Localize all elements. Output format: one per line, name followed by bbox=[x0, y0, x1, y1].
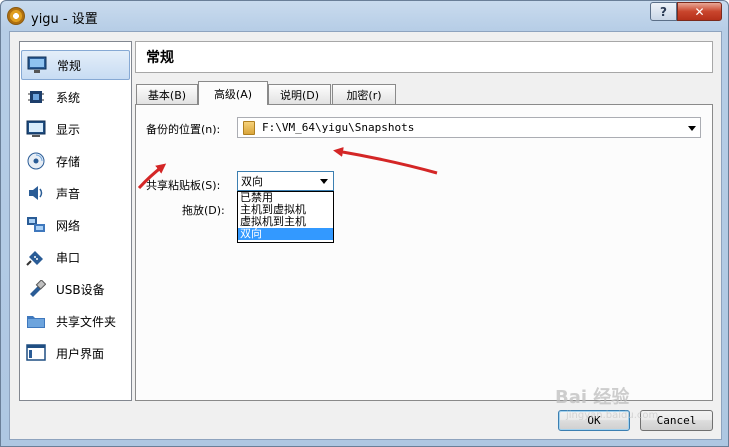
title-buttons: ? ✕ bbox=[650, 2, 722, 21]
settings-window: yigu - 设置 ? ✕ 常规 系统 显示 存储 声音 网络 串口 USB设备… bbox=[0, 0, 729, 447]
drag-drop-label: 拖放(D): bbox=[182, 204, 225, 217]
baidu-watermark: Bai 经验 bbox=[555, 387, 630, 408]
shared-clipboard-value: 双向 bbox=[241, 175, 263, 188]
chevron-down-icon bbox=[688, 126, 696, 131]
sidebar-item-label: 系统 bbox=[56, 90, 81, 105]
baidu-watermark-url: jingyan.baidu.com bbox=[566, 410, 659, 421]
close-button[interactable]: ✕ bbox=[677, 2, 722, 21]
sidebar-item-label: 用户界面 bbox=[56, 346, 105, 361]
network-icon bbox=[25, 214, 47, 236]
sidebar-item-general[interactable]: 常规 bbox=[21, 50, 130, 80]
window-icon bbox=[25, 342, 47, 364]
snapshot-folder-select[interactable]: F:\VM_64\yigu\Snapshots bbox=[237, 117, 701, 138]
sidebar-item-audio[interactable]: 声音 bbox=[21, 178, 130, 208]
help-button[interactable]: ? bbox=[650, 2, 677, 21]
dropdown-option-bidirectional[interactable]: 双向 bbox=[238, 228, 333, 240]
shared-clipboard-select[interactable]: 双向 bbox=[237, 171, 334, 191]
page-title: 常规 bbox=[135, 41, 713, 73]
display-icon bbox=[25, 118, 47, 140]
folder-icon bbox=[25, 310, 47, 332]
sidebar-item-display[interactable]: 显示 bbox=[21, 114, 130, 144]
sidebar-item-user-interface[interactable]: 用户界面 bbox=[21, 338, 130, 368]
sidebar-item-label: 串口 bbox=[56, 250, 81, 265]
sidebar-item-label: 网络 bbox=[56, 218, 81, 233]
snapshot-folder-path: F:\VM_64\yigu\Snapshots bbox=[262, 121, 415, 134]
sidebar-item-usb[interactable]: USB设备 bbox=[21, 274, 130, 304]
usb-icon bbox=[25, 278, 47, 300]
serial-port-icon bbox=[25, 246, 47, 268]
snapshot-folder-label: 备份的位置(n): bbox=[146, 123, 221, 136]
sidebar-item-label: 常规 bbox=[57, 58, 82, 73]
chip-icon bbox=[25, 86, 47, 108]
title-bar[interactable]: yigu - 设置 ? ✕ bbox=[1, 1, 728, 31]
tab-description[interactable]: 说明(D) bbox=[268, 84, 331, 104]
settings-sidebar: 常规 系统 显示 存储 声音 网络 串口 USB设备 共享文件夹 用户界面 bbox=[19, 41, 132, 401]
sidebar-item-label: 声音 bbox=[56, 186, 81, 201]
speaker-icon bbox=[25, 182, 47, 204]
dialog-client-area: 常规 系统 显示 存储 声音 网络 串口 USB设备 共享文件夹 用户界面 常规… bbox=[9, 31, 722, 440]
tab-basic[interactable]: 基本(B) bbox=[136, 84, 198, 104]
tab-encryption[interactable]: 加密(r) bbox=[332, 84, 396, 104]
tab-advanced[interactable]: 高级(A) bbox=[198, 81, 268, 105]
shared-clipboard-dropdown: 已禁用 主机到虚拟机 虚拟机到主机 双向 bbox=[237, 191, 334, 243]
sidebar-item-system[interactable]: 系统 bbox=[21, 82, 130, 112]
folder-icon bbox=[243, 120, 255, 135]
window-title: yigu - 设置 bbox=[31, 12, 98, 27]
monitor-icon bbox=[26, 54, 48, 76]
disk-icon bbox=[25, 150, 47, 172]
sidebar-item-storage[interactable]: 存储 bbox=[21, 146, 130, 176]
sidebar-item-label: 存储 bbox=[56, 154, 81, 169]
virtualbox-app-icon bbox=[7, 7, 25, 25]
sidebar-item-label: USB设备 bbox=[56, 282, 105, 297]
sidebar-item-label: 共享文件夹 bbox=[56, 314, 117, 329]
chevron-down-icon bbox=[320, 179, 328, 184]
sidebar-item-serial-ports[interactable]: 串口 bbox=[21, 242, 130, 272]
advanced-tab-panel: 备份的位置(n): F:\VM_64\yigu\Snapshots 共享粘贴板(… bbox=[135, 104, 713, 401]
sidebar-item-shared-folders[interactable]: 共享文件夹 bbox=[21, 306, 130, 336]
sidebar-item-network[interactable]: 网络 bbox=[21, 210, 130, 240]
shared-clipboard-label: 共享粘贴板(S): bbox=[146, 179, 221, 192]
sidebar-item-label: 显示 bbox=[56, 122, 81, 137]
